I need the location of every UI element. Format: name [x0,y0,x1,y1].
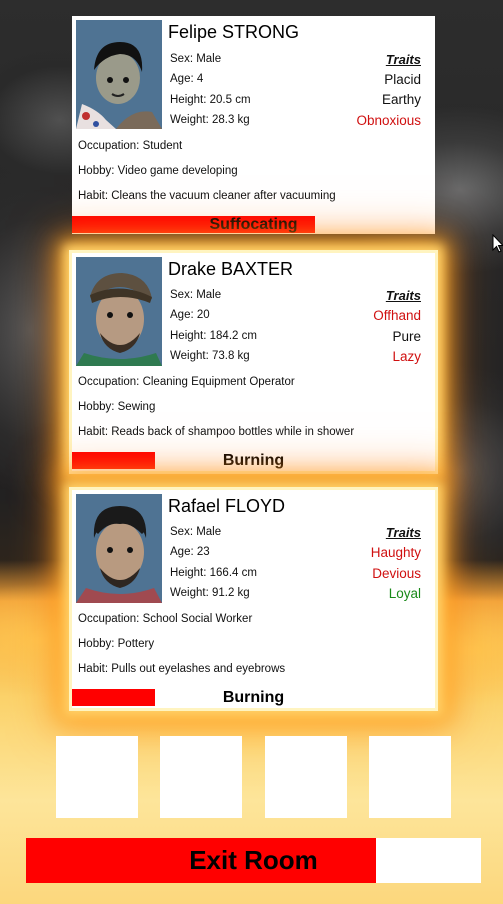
character-hobby: Hobby: Pottery [78,638,155,650]
inventory-slot[interactable] [56,736,138,818]
trait-label: Lazy [392,349,421,364]
character-occupation: Occupation: Cleaning Equipment Operator [78,376,295,388]
mouse-cursor-icon [492,233,503,259]
character-portrait [76,257,162,366]
character-name: Felipe STRONG [168,22,300,42]
character-occupation: Occupation: School Social Worker [78,613,253,625]
character-sex: Sex: Male [170,526,222,538]
character-age: Age: 4 [170,73,204,85]
traits-header: Traits [385,52,421,67]
character-sex: Sex: Male [170,289,222,301]
status-label: Burning [222,689,285,706]
status-label: Suffocating [209,216,298,233]
status-label: Burning [222,452,285,469]
inventory-slot[interactable] [160,736,242,818]
character-habit: Habit: Cleans the vacuum cleaner after v… [78,190,336,202]
character-card[interactable]: Rafael FLOYD Sex: Male Age: 23 Height: 1… [72,490,435,708]
character-weight: Weight: 91.2 kg [170,587,250,599]
character-hobby: Hobby: Sewing [78,401,156,413]
exit-room-label: Exit Room [189,845,318,875]
character-age: Age: 23 [170,546,210,558]
trait-label: Placid [384,72,421,87]
trait-label: Loyal [388,586,421,601]
character-habit: Habit: Reads back of shampoo bottles whi… [78,426,355,438]
traits-header: Traits [385,525,421,540]
character-card[interactable]: Felipe STRONG Sex: Male Age: 4 Height: 2… [72,16,435,234]
character-occupation: Occupation: Student [78,140,183,152]
character-height: Height: 20.5 cm [170,94,251,106]
character-name: Rafael FLOYD [168,496,286,516]
trait-label: Pure [392,329,421,344]
trait-label: Offhand [373,308,421,323]
character-name: Drake BAXTER [168,259,294,279]
character-portrait [76,494,162,603]
character-habit: Habit: Pulls out eyelashes and eyebrows [78,663,286,675]
traits-header: Traits [385,288,421,303]
inventory-slot[interactable] [265,736,347,818]
character-weight: Weight: 73.8 kg [170,350,250,362]
inventory-slot[interactable] [369,736,451,818]
trait-label: Earthy [381,92,421,107]
character-age: Age: 20 [170,309,210,321]
exit-room-button[interactable]: Exit Room [26,838,481,883]
character-weight: Weight: 28.3 kg [170,114,250,126]
trait-label: Haughty [370,545,421,560]
character-hobby: Hobby: Video game developing [78,165,238,177]
character-height: Height: 184.2 cm [170,330,257,342]
character-card[interactable]: Drake BAXTER Sex: Male Age: 20 Height: 1… [72,253,435,471]
trait-label: Devious [372,566,421,581]
trait-label: Obnoxious [356,113,421,128]
character-height: Height: 166.4 cm [170,567,257,579]
character-sex: Sex: Male [170,53,222,65]
character-portrait [76,20,162,129]
